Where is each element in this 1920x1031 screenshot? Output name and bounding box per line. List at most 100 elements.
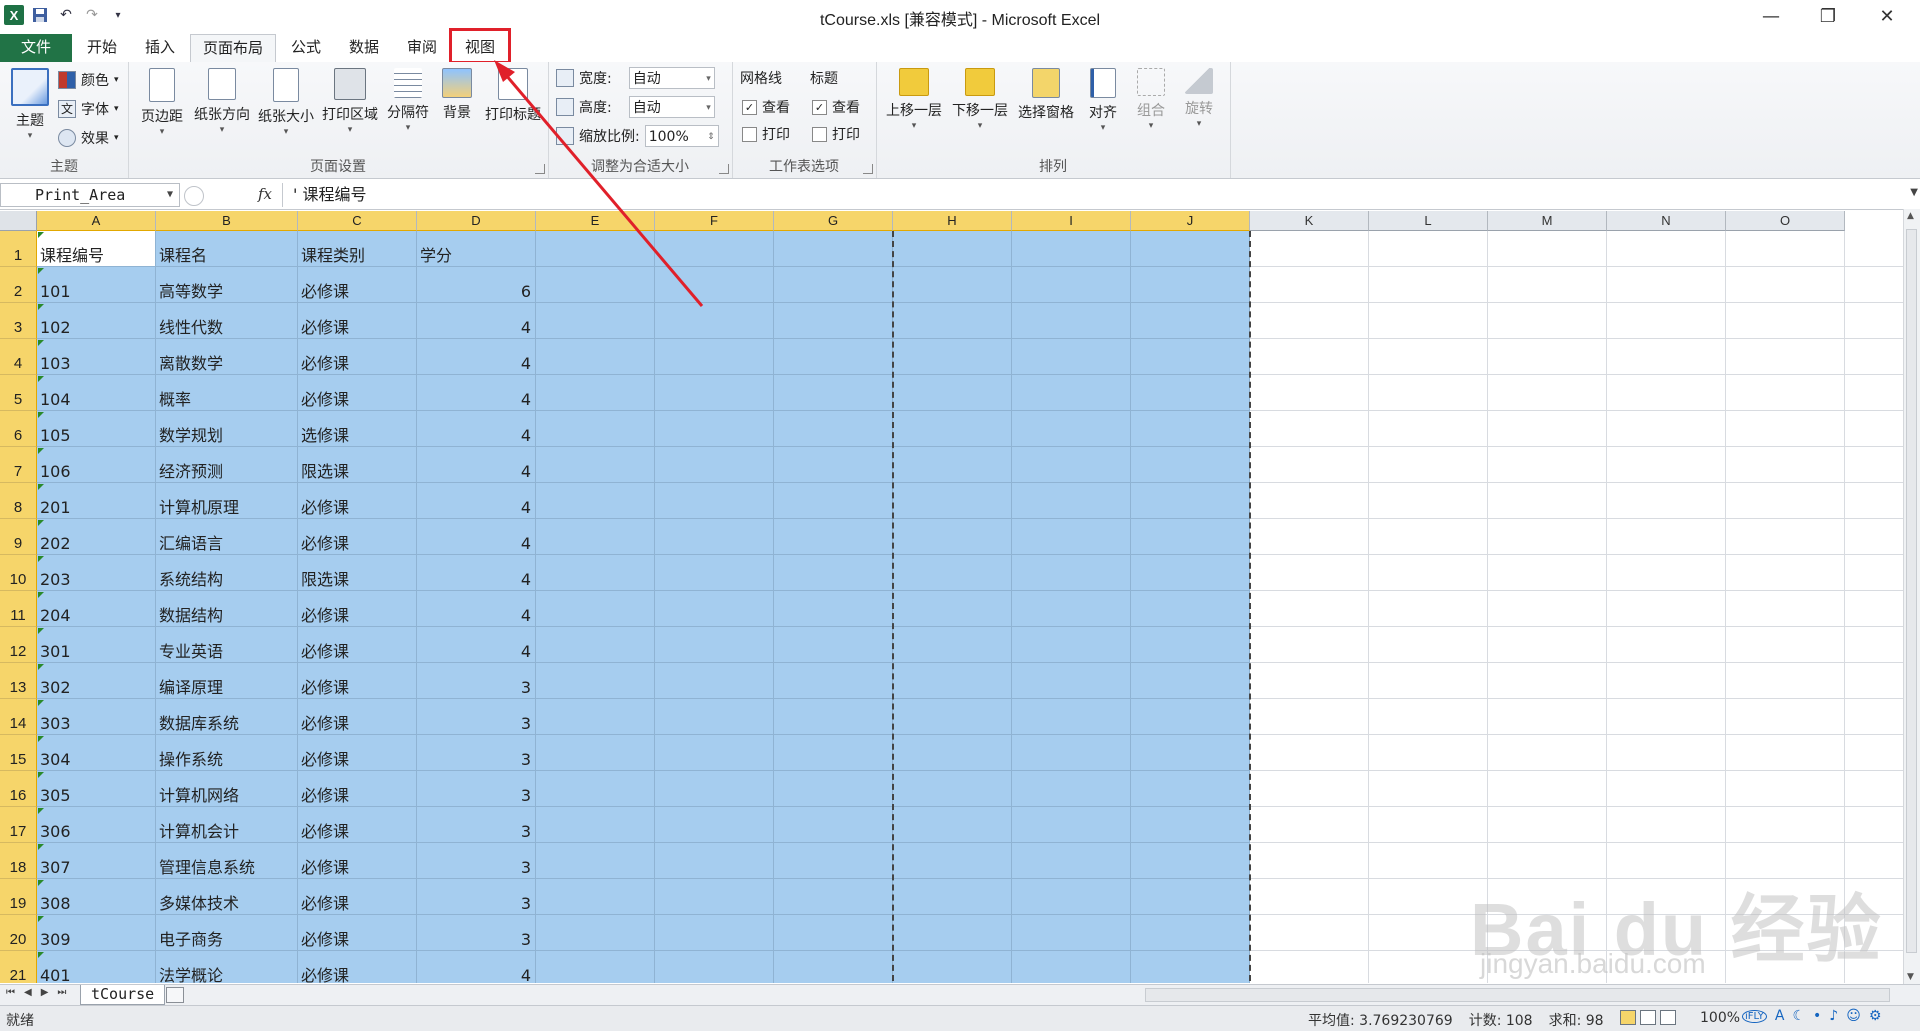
cell-course-id[interactable]: 102 (40, 303, 155, 339)
row-header[interactable]: 16 (0, 771, 37, 807)
cell-course-type[interactable]: 必修课 (301, 375, 416, 411)
cell-course-id[interactable]: 306 (40, 807, 155, 843)
name-box[interactable]: Print_Area ▼ (0, 183, 180, 207)
cell-course-name[interactable]: 课程名 (159, 231, 297, 267)
scale-launcher-icon[interactable] (719, 164, 729, 174)
cell-course-type[interactable]: 选修课 (301, 411, 416, 447)
row-header[interactable]: 9 (0, 519, 37, 555)
row-header[interactable]: 12 (0, 627, 37, 663)
row-header[interactable]: 17 (0, 807, 37, 843)
column-header[interactable]: G (774, 211, 893, 231)
next-sheet-icon[interactable]: ▶ (41, 987, 49, 998)
cell-credits[interactable]: 4 (420, 447, 535, 483)
column-header[interactable]: O (1726, 211, 1845, 231)
group-button[interactable]: 组合 ▾ (1128, 68, 1174, 150)
cell-course-id[interactable]: 307 (40, 843, 155, 879)
cell-course-id[interactable]: 104 (40, 375, 155, 411)
cell-course-id[interactable]: 304 (40, 735, 155, 771)
row-header[interactable]: 5 (0, 375, 37, 411)
cell-course-type[interactable]: 必修课 (301, 339, 416, 375)
cell-course-id[interactable]: 106 (40, 447, 155, 483)
theme-colors-button[interactable]: 颜色 ▾ (58, 68, 119, 92)
ime-mode-icon[interactable]: A (1775, 1008, 1785, 1024)
cell-credits[interactable]: 4 (420, 411, 535, 447)
column-header[interactable]: C (298, 211, 417, 231)
cell-course-id[interactable]: 103 (40, 339, 155, 375)
minimize-button[interactable]: — (1746, 0, 1796, 32)
select-all-corner[interactable] (0, 211, 37, 231)
zoom-level[interactable]: 100% (1700, 1010, 1740, 1026)
cell-course-type[interactable]: 必修课 (301, 303, 416, 339)
tab-home[interactable]: 开始 (78, 34, 126, 61)
cell-course-id[interactable]: 201 (40, 483, 155, 519)
height-select[interactable]: 自动 ▾ (628, 96, 715, 118)
cell-course-type[interactable]: 必修课 (301, 591, 416, 627)
cell-course-name[interactable]: 计算机网络 (159, 771, 297, 807)
page-layout-view-icon[interactable] (1640, 1010, 1656, 1025)
row-header[interactable]: 6 (0, 411, 37, 447)
row-header[interactable]: 8 (0, 483, 37, 519)
row-header[interactable]: 20 (0, 915, 37, 951)
cell-course-type[interactable]: 必修课 (301, 771, 416, 807)
row-header[interactable]: 18 (0, 843, 37, 879)
cell-course-id[interactable]: 303 (40, 699, 155, 735)
column-header[interactable]: N (1607, 211, 1726, 231)
cell-course-name[interactable]: 数学规划 (159, 411, 297, 447)
sheet-tab-tcourse[interactable]: tCourse (80, 985, 166, 1005)
cell-course-id[interactable]: 309 (40, 915, 155, 951)
close-button[interactable]: ✕ (1862, 0, 1912, 32)
cell-course-name[interactable]: 专业英语 (159, 627, 297, 663)
cell-course-type[interactable]: 必修课 (301, 843, 416, 879)
cell-credits[interactable]: 4 (420, 555, 535, 591)
cell-credits[interactable]: 3 (420, 699, 535, 735)
cell-course-type[interactable]: 必修课 (301, 267, 416, 303)
row-header[interactable]: 7 (0, 447, 37, 483)
cell-course-type[interactable]: 限选课 (301, 447, 416, 483)
row-header[interactable]: 2 (0, 267, 37, 303)
cell-credits[interactable]: 4 (420, 519, 535, 555)
row-header[interactable]: 21 (0, 951, 37, 983)
scale-stepper[interactable]: 100% ⇕ (644, 125, 719, 147)
cell-course-type[interactable]: 必修课 (301, 807, 416, 843)
ime-mic-icon[interactable]: ♪ (1829, 1008, 1838, 1024)
cell-credits[interactable]: 学分 (420, 231, 535, 267)
cell-credits[interactable]: 4 (420, 627, 535, 663)
cell-credits[interactable]: 3 (420, 735, 535, 771)
cell-course-name[interactable]: 管理信息系统 (159, 843, 297, 879)
cell-course-name[interactable]: 数据结构 (159, 591, 297, 627)
cell-course-id[interactable]: 课程编号 (40, 231, 155, 267)
cell-course-type[interactable]: 必修课 (301, 627, 416, 663)
gridlines-print-checkbox[interactable]: 打印 (742, 122, 790, 146)
row-header[interactable]: 11 (0, 591, 37, 627)
cell-credits[interactable]: 3 (420, 771, 535, 807)
ime-punct-icon[interactable]: • (1813, 1008, 1821, 1024)
cell-course-id[interactable]: 401 (40, 951, 155, 983)
ime-user-icon[interactable]: ☺ (1846, 1008, 1861, 1024)
first-sheet-icon[interactable]: ⏮ (6, 987, 15, 998)
column-header[interactable]: L (1369, 211, 1488, 231)
row-header[interactable]: 4 (0, 339, 37, 375)
page-setup-launcher-icon[interactable] (535, 164, 545, 174)
cell-course-name[interactable]: 计算机原理 (159, 483, 297, 519)
cell-credits[interactable]: 4 (420, 951, 535, 983)
horizontal-scrollbar[interactable] (1145, 988, 1890, 1002)
cell-course-id[interactable]: 301 (40, 627, 155, 663)
cell-course-name[interactable]: 汇编语言 (159, 519, 297, 555)
cell-credits[interactable]: 3 (420, 663, 535, 699)
cell-credits[interactable]: 4 (420, 339, 535, 375)
cell-credits[interactable]: 4 (420, 303, 535, 339)
orientation-button[interactable]: 纸张方向 ▾ (190, 68, 254, 150)
margins-button[interactable]: 页边距 ▾ (134, 68, 190, 150)
column-header[interactable]: F (655, 211, 774, 231)
column-header[interactable]: I (1012, 211, 1131, 231)
cell-course-name[interactable]: 操作系统 (159, 735, 297, 771)
column-header[interactable]: D (417, 211, 536, 231)
prev-sheet-icon[interactable]: ◀ (24, 987, 32, 998)
row-header[interactable]: 3 (0, 303, 37, 339)
cell-course-type[interactable]: 必修课 (301, 483, 416, 519)
expand-formula-bar-icon[interactable]: ▼ (1910, 187, 1918, 198)
vertical-scrollbar[interactable]: ▲ ▼ (1903, 209, 1920, 984)
insert-sheet-icon[interactable] (166, 987, 184, 1003)
cell-course-name[interactable]: 编译原理 (159, 663, 297, 699)
theme-fonts-button[interactable]: 文 字体 ▾ (58, 97, 119, 121)
